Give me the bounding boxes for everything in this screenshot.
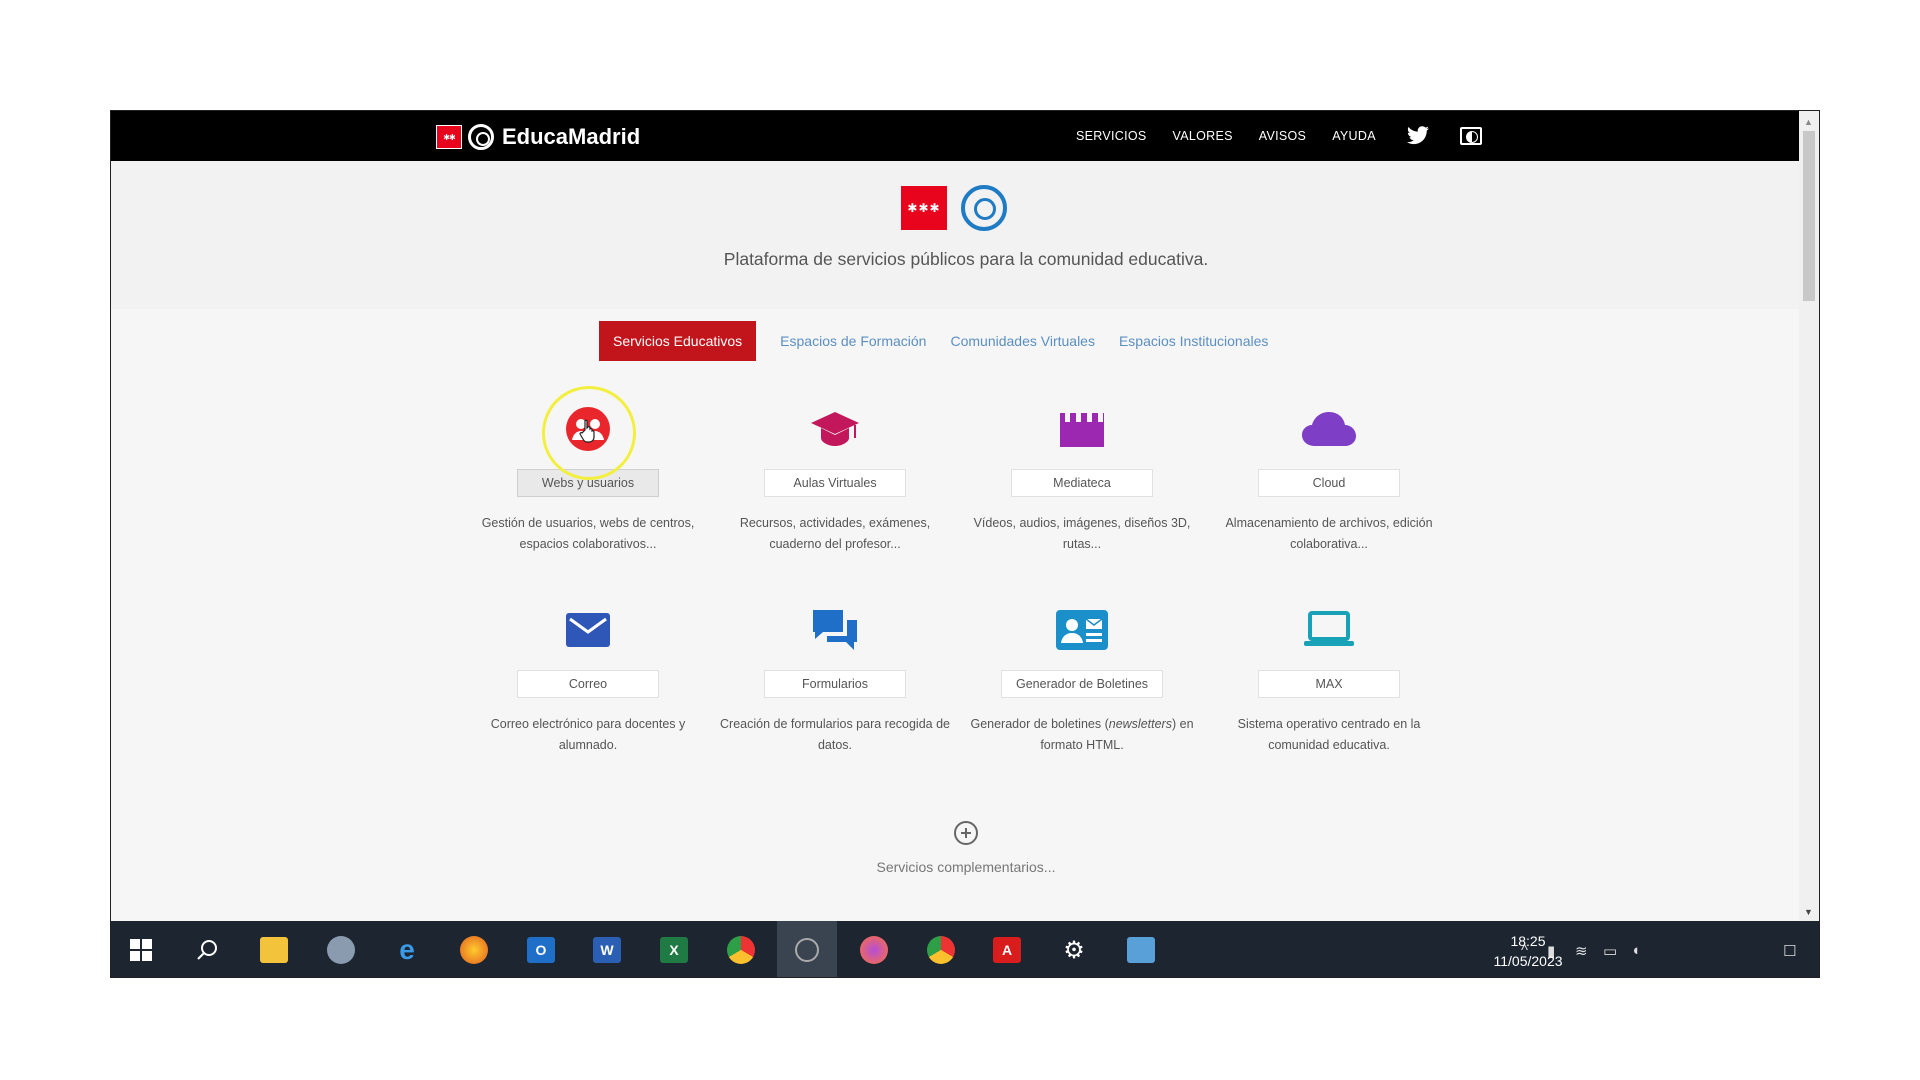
battery-icon[interactable]: ▭	[1603, 942, 1617, 960]
comunidad-madrid-logo-icon: ✱✱✱	[901, 186, 947, 230]
outlook-icon[interactable]: O	[511, 921, 571, 977]
service-label[interactable]: Aulas Virtuales	[764, 469, 906, 497]
firefox-dev-icon[interactable]	[844, 921, 904, 977]
service-description: Creación de formularios para recogida de…	[720, 717, 950, 752]
wifi-icon[interactable]: ≋	[1575, 942, 1588, 960]
educamadrid-emblem-icon	[468, 124, 494, 150]
browser-window: ✱✱ EducaMadrid SERVICIOS VALORES AVISOS …	[110, 110, 1820, 978]
volume-icon[interactable]: ◖	[1631, 942, 1640, 959]
nav-link-valores[interactable]: VALORES	[1173, 129, 1233, 143]
service-description: Generador de boletines (newsletters) en …	[957, 714, 1207, 756]
word-icon[interactable]: W	[577, 921, 637, 977]
nav-link-avisos[interactable]: AVISOS	[1259, 129, 1306, 143]
recorder-icon[interactable]	[777, 921, 837, 977]
tab-servicios-educativos[interactable]: Servicios Educativos	[599, 321, 757, 361]
windows-taskbar: e O W X A ⚙ ^ ▮ ≋ ▭ ◖ ☐ 18:25 11/05/2023	[111, 921, 1819, 977]
service-cloud[interactable]: Cloud Almacenamiento de archivos, edició…	[1204, 403, 1454, 555]
nav-links: SERVICIOS VALORES AVISOS AYUDA	[1076, 111, 1482, 161]
twitter-icon[interactable]	[1406, 126, 1430, 146]
app-icon[interactable]	[311, 921, 371, 977]
more-services[interactable]: Servicios complementarios...	[111, 821, 1819, 875]
service-description: Sistema operativo centrado en la comunid…	[1237, 717, 1421, 752]
settings-icon[interactable]: ⚙	[1044, 921, 1104, 977]
comunidad-madrid-flag-icon: ✱✱	[436, 125, 462, 149]
chrome-icon[interactable]	[711, 921, 771, 977]
service-label[interactable]: MAX	[1258, 670, 1400, 698]
nav-link-servicios[interactable]: SERVICIOS	[1076, 129, 1147, 143]
service-description: Gestión de usuarios, webs de centros, es…	[481, 516, 695, 551]
firefox-icon[interactable]	[444, 921, 504, 977]
service-correo[interactable]: Correo Correo electrónico para docentes …	[463, 604, 713, 756]
service-max[interactable]: MAX Sistema operativo centrado en la com…	[1204, 604, 1454, 756]
service-description: Vídeos, audios, imágenes, diseños 3D, ru…	[973, 516, 1191, 551]
vertical-scrollbar[interactable]: ▲ ▼	[1799, 111, 1819, 921]
cloud-icon[interactable]	[1204, 403, 1454, 455]
service-label[interactable]: Correo	[517, 670, 659, 698]
tab-espacios-institucionales[interactable]: Espacios Institucionales	[1119, 321, 1268, 361]
notifications-icon[interactable]: ☐	[1783, 942, 1796, 960]
contrast-toggle-icon[interactable]	[1459, 127, 1482, 145]
clock-date: 11/05/2023	[1493, 953, 1563, 969]
acrobat-icon[interactable]: A	[977, 921, 1037, 977]
cursor-highlight	[542, 386, 636, 480]
service-aulas-virtuales[interactable]: Aulas Virtuales Recursos, actividades, e…	[710, 403, 960, 555]
more-services-label[interactable]: Servicios complementarios...	[111, 859, 1819, 875]
clock-time: 18:25	[1510, 933, 1546, 949]
photos-icon[interactable]	[1111, 921, 1171, 977]
chrome-alt-icon[interactable]	[911, 921, 971, 977]
brand-logo[interactable]: ✱✱ EducaMadrid	[436, 123, 640, 151]
brand-name: EducaMadrid	[502, 124, 641, 149]
scroll-down-arrow-icon[interactable]: ▼	[1804, 907, 1813, 917]
windows-start-icon[interactable]	[111, 921, 171, 977]
scrollbar-thumb[interactable]	[1803, 131, 1815, 301]
desc-emphasis: newsletters	[1108, 717, 1172, 731]
service-label[interactable]: Mediateca	[1011, 469, 1153, 497]
page-header: ✱✱✱ Plataforma de servicios públicos par…	[111, 161, 1819, 309]
service-description: Almacenamiento de archivos, edición cola…	[1225, 516, 1433, 551]
graduation-cap-icon[interactable]	[710, 403, 960, 455]
file-explorer-icon[interactable]	[244, 921, 304, 977]
service-mediateca[interactable]: Mediateca Vídeos, audios, imágenes, dise…	[957, 403, 1207, 555]
plus-circle-icon[interactable]	[954, 821, 978, 845]
service-label[interactable]: Cloud	[1258, 469, 1400, 497]
service-formularios[interactable]: Formularios Creación de formularios para…	[710, 604, 960, 756]
tab-espacios-formacion[interactable]: Espacios de Formación	[780, 321, 926, 361]
laptop-icon[interactable]	[1204, 604, 1454, 656]
internet-explorer-icon[interactable]: e	[377, 921, 437, 977]
service-label[interactable]: Generador de Boletines	[1001, 670, 1163, 698]
clock[interactable]: 18:25 11/05/2023	[1483, 931, 1573, 971]
header-logos: ✱✱✱	[901, 185, 1007, 231]
service-label[interactable]: Formularios	[764, 670, 906, 698]
tagline: Plataforma de servicios públicos para la…	[723, 249, 1209, 269]
desc-part: Generador de boletines (	[970, 717, 1109, 731]
service-description: Correo electrónico para docentes y alumn…	[490, 717, 686, 752]
educamadrid-logo-icon	[961, 185, 1007, 231]
service-tabs: Servicios Educativos Espacios de Formaci…	[599, 321, 1268, 361]
top-navbar: ✱✱ EducaMadrid SERVICIOS VALORES AVISOS …	[111, 111, 1819, 161]
chat-bubbles-icon[interactable]	[710, 604, 960, 656]
nav-link-ayuda[interactable]: AYUDA	[1332, 129, 1376, 143]
envelope-icon[interactable]	[463, 604, 713, 656]
excel-icon[interactable]: X	[644, 921, 704, 977]
contact-card-icon[interactable]	[957, 604, 1207, 656]
service-generador-boletines[interactable]: Generador de Boletines Generador de bole…	[957, 604, 1207, 756]
tab-comunidades-virtuales[interactable]: Comunidades Virtuales	[950, 321, 1095, 361]
service-description: Recursos, actividades, exámenes, cuadern…	[739, 516, 931, 551]
scroll-up-arrow-icon[interactable]: ▲	[1804, 117, 1813, 127]
clapperboard-icon[interactable]	[957, 403, 1207, 455]
search-icon[interactable]	[177, 921, 237, 977]
